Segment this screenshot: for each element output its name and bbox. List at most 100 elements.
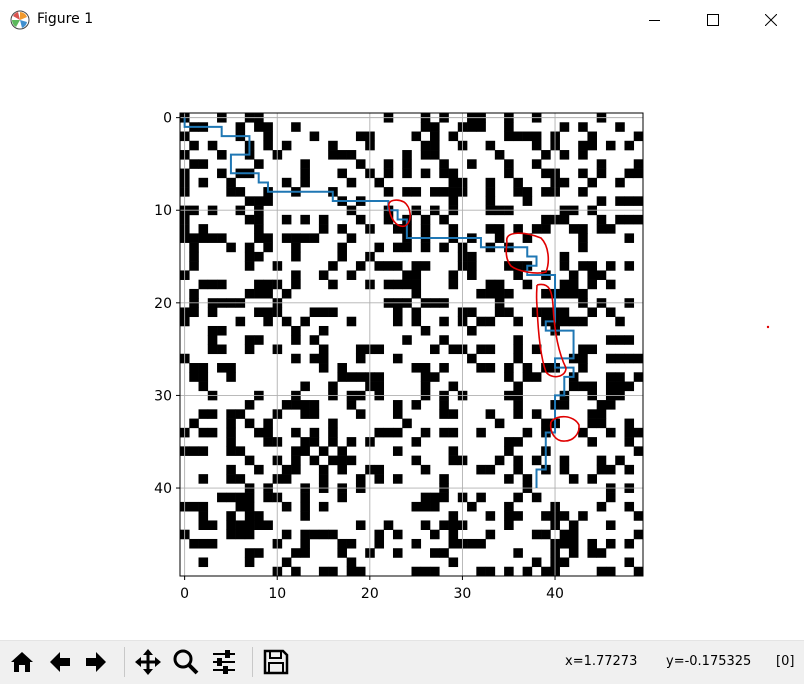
obstacle-cell [337, 363, 347, 373]
obstacle-cell [300, 437, 310, 447]
obstacle-cell [448, 168, 459, 179]
obstacle-cell [235, 520, 246, 530]
obstacle-cell [559, 288, 570, 299]
obstacle-cell [596, 400, 607, 410]
obstacle-cell [559, 529, 570, 540]
back-button[interactable] [44, 646, 76, 678]
obstacle-cell [522, 279, 533, 290]
obstacle-cell [476, 363, 486, 373]
obstacle-cell [411, 307, 422, 318]
obstacle-cell [439, 400, 449, 410]
obstacle-cell [439, 474, 449, 484]
obstacle-cell [198, 224, 209, 234]
obstacle-cell [439, 548, 449, 558]
obstacle-cell [522, 131, 533, 142]
obstacle-cell [235, 316, 246, 327]
obstacle-cell [448, 520, 459, 530]
obstacle-cell [244, 557, 255, 568]
obstacle-cell [476, 538, 486, 549]
obstacle-cell [513, 455, 523, 466]
y-tick-label: 40 [154, 481, 172, 497]
forward-button[interactable] [80, 646, 112, 678]
configure-subplots-button[interactable] [208, 646, 240, 678]
obstacle-cell [300, 168, 310, 179]
obstacle-cell [383, 187, 394, 197]
obstacle-cell [263, 122, 273, 132]
obstacle-cell [226, 363, 236, 373]
obstacle-cell [374, 242, 385, 253]
obstacle-cell [244, 520, 255, 530]
obstacle-cell [198, 474, 209, 484]
obstacle-cell [300, 177, 310, 188]
obstacle-cell [448, 187, 459, 197]
red-annotation-dot [766, 325, 770, 329]
obstacle-cell [420, 224, 431, 234]
obstacle-cell [559, 251, 570, 262]
obstacle-cell [207, 325, 218, 336]
obstacle-cell [244, 455, 255, 466]
plot-svg[interactable]: 0 10 20 30 40 0 10 20 30 40 [0, 40, 804, 640]
obstacle-cell [244, 400, 255, 410]
obstacle-cell [568, 529, 579, 540]
obstacle-cell [300, 159, 310, 169]
home-button[interactable] [6, 646, 38, 678]
obstacle-cell [226, 242, 236, 253]
obstacle-cell [578, 150, 588, 160]
obstacle-cell [254, 251, 264, 262]
obstacle-cell [420, 372, 431, 382]
obstacle-cell [374, 474, 385, 484]
obstacle-cell [281, 140, 292, 151]
obstacle-cell [439, 492, 449, 503]
obstacle-cell [476, 344, 486, 355]
pan-button[interactable] [132, 646, 164, 678]
obstacle-cell [346, 400, 357, 410]
obstacle-cell [217, 344, 227, 355]
obstacle-cell [420, 381, 431, 392]
obstacle-cell [420, 214, 431, 225]
obstacle-cell [596, 418, 607, 429]
figure-canvas[interactable]: 0 10 20 30 40 0 10 20 30 40 [0, 40, 804, 640]
obstacle-cell [596, 159, 607, 169]
obstacle-cell [624, 335, 635, 345]
obstacle-cell [420, 122, 431, 132]
minimize-button[interactable] [632, 0, 678, 40]
obstacle-cell [244, 344, 255, 355]
obstacle-cell [448, 381, 459, 392]
obstacle-cell [605, 224, 616, 234]
save-button[interactable] [260, 646, 292, 678]
obstacle-cell [392, 279, 403, 290]
obstacle-cell [411, 131, 422, 142]
obstacle-cell [263, 437, 273, 447]
obstacle-cell [596, 168, 607, 179]
x-tick-label: 0 [180, 586, 189, 602]
obstacle-cell [328, 279, 338, 290]
obstacle-cell [541, 307, 551, 318]
obstacle-cell [448, 196, 459, 206]
zoom-button[interactable] [170, 646, 202, 678]
obstacle-cell [587, 437, 597, 447]
obstacle-cell [346, 270, 357, 280]
obstacle-cell [596, 224, 607, 234]
maximize-button[interactable] [690, 0, 736, 40]
obstacle-cell [587, 279, 597, 290]
obstacle-cell [207, 279, 218, 290]
obstacle-cell [254, 159, 264, 169]
obstacle-cell [337, 224, 347, 234]
obstacle-cell [346, 557, 357, 568]
obstacle-cell [226, 511, 236, 521]
obstacle-cell [189, 363, 199, 373]
obstacle-cell [374, 381, 385, 392]
obstacle-cell [235, 446, 246, 456]
obstacle-cell [568, 520, 579, 530]
obstacle-cell [448, 538, 459, 549]
obstacle-cell [568, 474, 579, 484]
obstacle-cell [411, 279, 422, 290]
obstacle-cell [300, 400, 310, 410]
obstacle-cell [448, 224, 459, 234]
obstacle-cell [392, 446, 403, 456]
close-button[interactable] [748, 0, 794, 40]
obstacle-cell [578, 261, 588, 271]
obstacle-cell [568, 279, 579, 290]
obstacle-cell [559, 150, 570, 160]
obstacle-cell [244, 511, 255, 521]
